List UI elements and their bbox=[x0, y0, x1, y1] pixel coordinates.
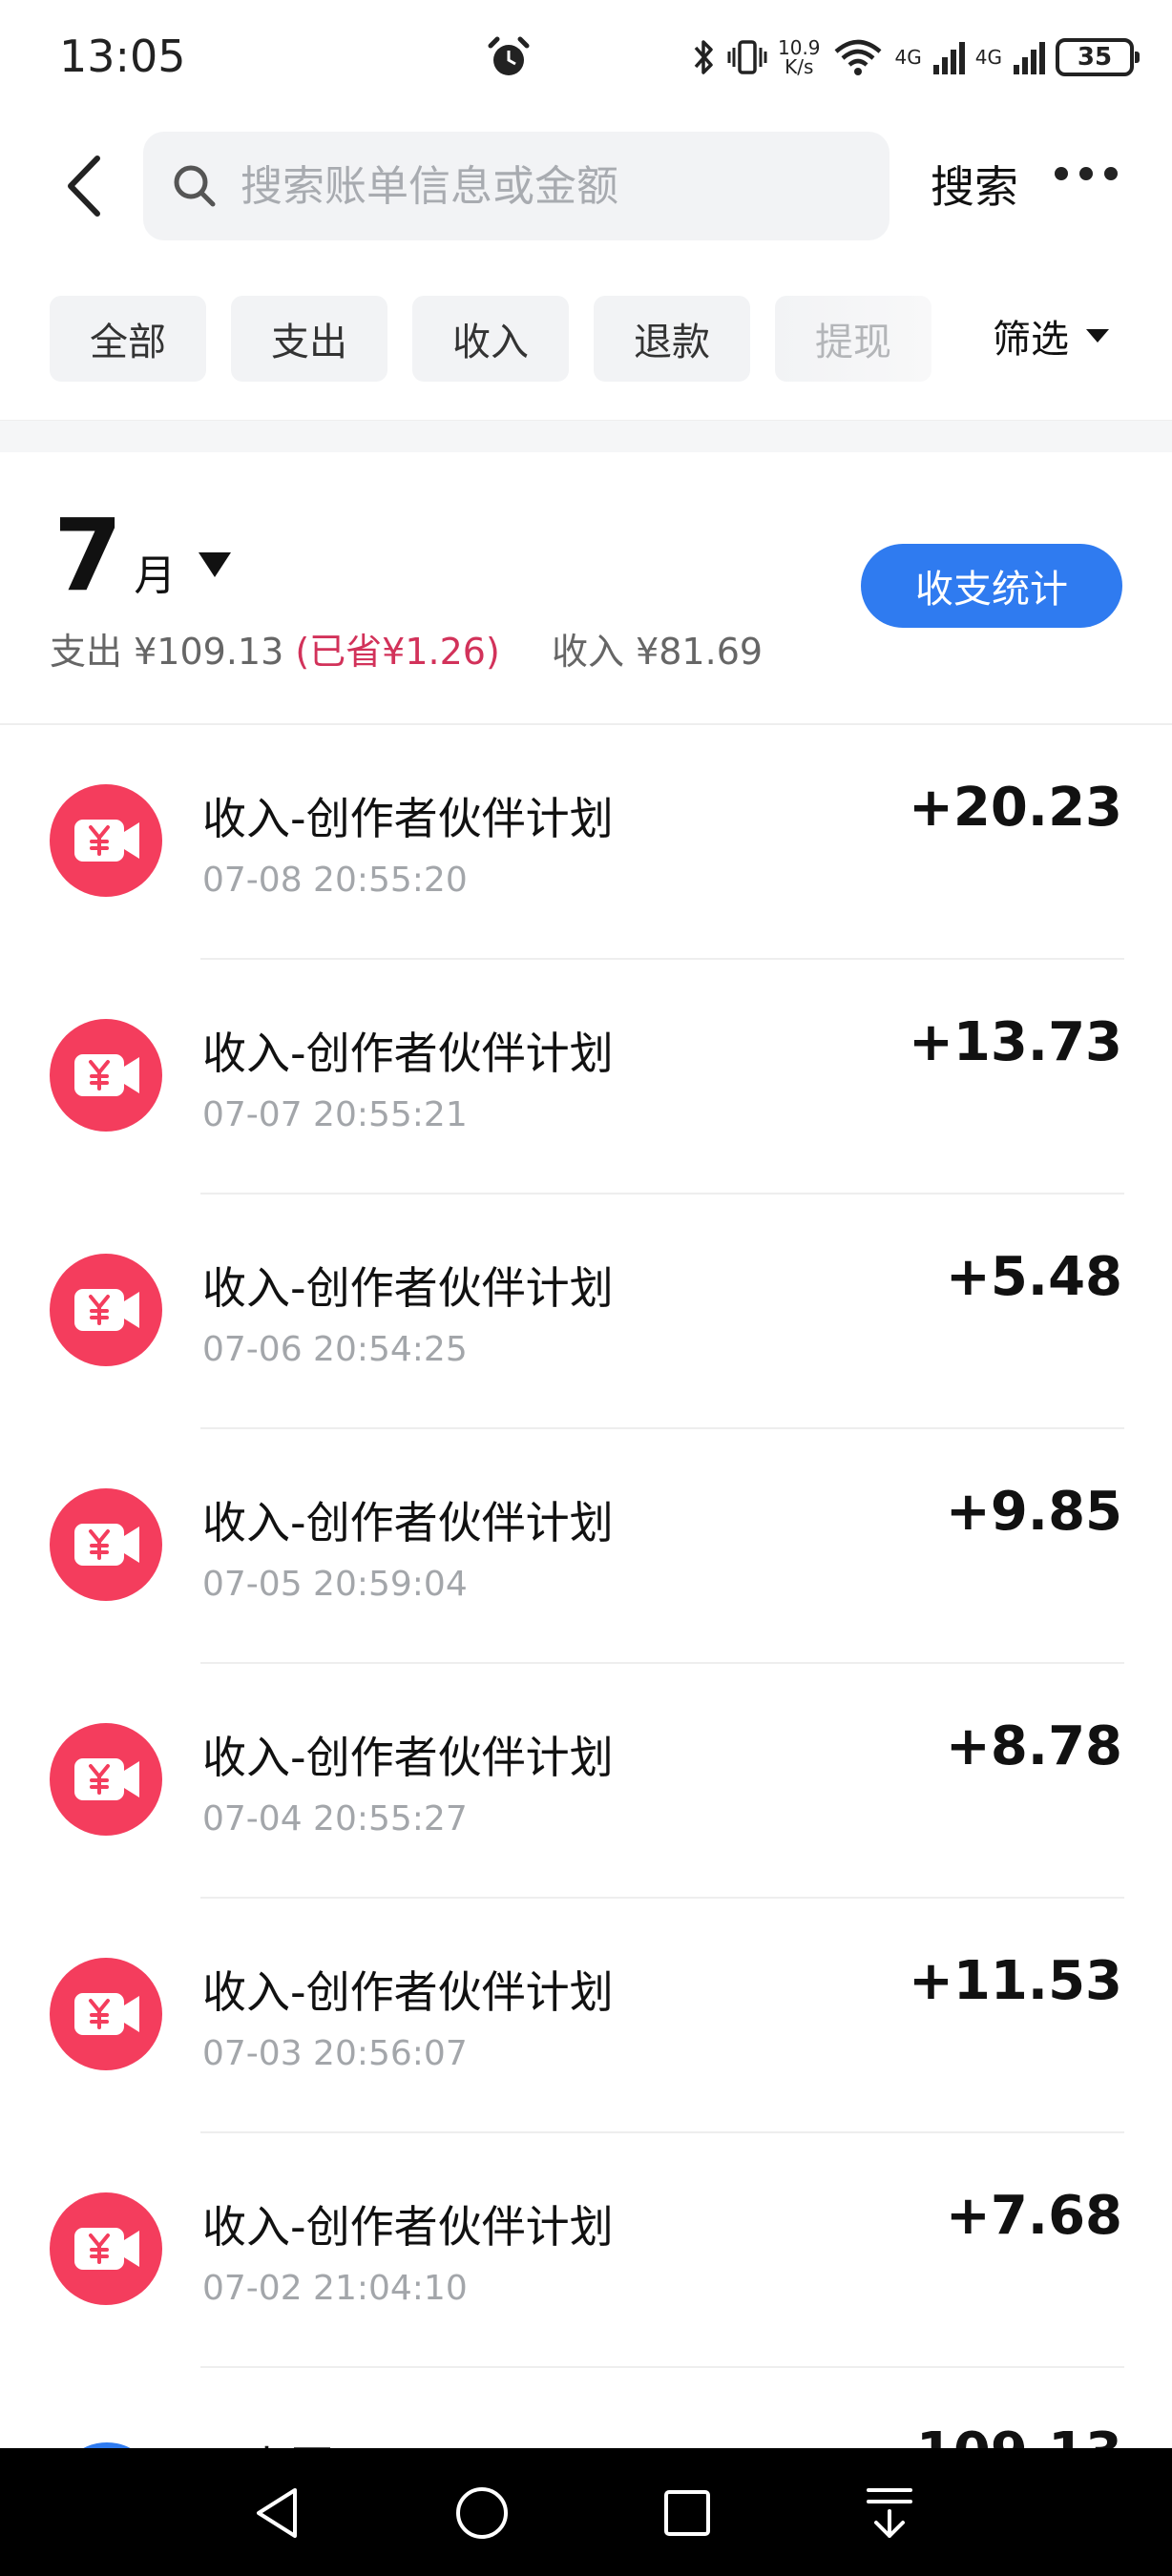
transaction-title: 收入-创作者伙伴计划 bbox=[202, 1966, 614, 2018]
transaction-row[interactable]: 收入-创作者伙伴计划 07-08 20:55:20 +20.23 bbox=[0, 725, 1172, 960]
wifi-icon bbox=[834, 39, 882, 75]
filter-label: 筛选 bbox=[993, 318, 1069, 362]
transaction-amount: +13.73 bbox=[908, 1011, 1122, 1073]
nav-notification-button[interactable] bbox=[851, 2475, 928, 2551]
stats-button[interactable]: 收支统计 bbox=[861, 544, 1122, 628]
saved-amount: (已省¥1.26) bbox=[295, 631, 500, 673]
transaction-title: 收入-创作者伙伴计划 bbox=[202, 793, 614, 844]
transaction-time: 07-02 21:04:10 bbox=[202, 2269, 468, 2308]
transaction-title: 收入-创作者伙伴计划 bbox=[202, 2201, 614, 2253]
income-label: 收入 bbox=[551, 631, 624, 673]
status-time: 13:05 bbox=[59, 31, 186, 82]
search-button[interactable]: 搜索 bbox=[931, 153, 1018, 216]
more-options-button[interactable] bbox=[1055, 167, 1118, 180]
more-dot-icon bbox=[1055, 167, 1068, 180]
expense-value: ¥109.13 bbox=[134, 631, 284, 673]
status-indicators: 10.9 K/s 4G 4G 35 bbox=[692, 29, 1140, 86]
transaction-title: 收入-创作者伙伴计划 bbox=[202, 1497, 614, 1548]
transaction-amount: +7.68 bbox=[945, 2185, 1122, 2247]
bluetooth-icon bbox=[694, 40, 713, 74]
transaction-icon bbox=[50, 1723, 162, 1836]
chip-withdraw[interactable]: 提现 bbox=[775, 296, 931, 382]
nav-pull-down-icon bbox=[867, 2488, 912, 2538]
bill-page: 13:05 10.9 K/s 4G 4G 35 搜索账单信息或金额 搜索 全部 … bbox=[0, 0, 1172, 2576]
transaction-title: 收入-创作者伙伴计划 bbox=[202, 1262, 614, 1314]
transaction-row[interactable]: 收入-创作者伙伴计划 07-05 20:59:04 +9.85 bbox=[0, 1429, 1172, 1664]
transaction-icon bbox=[50, 2192, 162, 2305]
chip-income[interactable]: 收入 bbox=[412, 296, 569, 382]
month-summary: 支出 ¥109.13 (已省¥1.26) 收入 ¥81.69 bbox=[50, 622, 763, 675]
caret-down-icon bbox=[1086, 329, 1109, 343]
transaction-title: 收入-创作者伙伴计划 bbox=[202, 1732, 614, 1783]
transaction-time: 07-03 20:56:07 bbox=[202, 2034, 468, 2073]
signal-type-2: 4G bbox=[974, 46, 1002, 69]
transaction-icon bbox=[50, 1958, 162, 2070]
yuan-video-icon bbox=[74, 1289, 139, 1331]
vibrate-icon bbox=[727, 40, 767, 74]
yuan-video-icon bbox=[74, 2228, 139, 2270]
transaction-amount: +9.85 bbox=[945, 1481, 1122, 1543]
nav-back-button[interactable] bbox=[239, 2475, 315, 2551]
transaction-row[interactable]: 收入-创作者伙伴计划 07-03 20:56:07 +11.53 bbox=[0, 1899, 1172, 2133]
signal-type-1: 4G bbox=[894, 46, 922, 69]
transaction-amount: +8.78 bbox=[945, 1715, 1122, 1777]
section-separator bbox=[0, 420, 1172, 452]
transaction-time: 07-04 20:55:27 bbox=[202, 1799, 468, 1839]
transaction-row[interactable]: 收入-创作者伙伴计划 07-04 20:55:27 +8.78 bbox=[0, 1664, 1172, 1899]
chip-all[interactable]: 全部 bbox=[50, 296, 206, 382]
transaction-amount: +5.48 bbox=[945, 1246, 1122, 1308]
transaction-row[interactable]: 收入-创作者伙伴计划 07-07 20:55:21 +13.73 bbox=[0, 960, 1172, 1195]
status-bar: 13:05 10.9 K/s 4G 4G 35 bbox=[0, 0, 1172, 114]
transaction-icon bbox=[50, 1254, 162, 1366]
filter-chips: 全部 支出 收入 退款 提现 bbox=[50, 296, 931, 382]
month-number: 7 bbox=[53, 497, 123, 613]
search-box[interactable] bbox=[143, 132, 889, 240]
battery-indicator: 35 bbox=[1056, 38, 1140, 76]
income-value: ¥81.69 bbox=[636, 631, 764, 673]
yuan-video-icon bbox=[74, 1758, 139, 1800]
nav-home-button[interactable] bbox=[444, 2475, 520, 2551]
search-input[interactable] bbox=[241, 161, 861, 211]
alarm-icon bbox=[488, 36, 530, 75]
month-selector[interactable]: 7 月 bbox=[53, 497, 232, 613]
yuan-video-icon bbox=[74, 1524, 139, 1566]
transaction-time: 07-07 20:55:21 bbox=[202, 1095, 468, 1134]
nav-recents-button[interactable] bbox=[649, 2475, 725, 2551]
transaction-amount: +20.23 bbox=[908, 777, 1122, 839]
yuan-video-icon bbox=[74, 1054, 139, 1096]
month-unit: 月 bbox=[134, 551, 177, 600]
transaction-time: 07-06 20:54:25 bbox=[202, 1330, 468, 1369]
nav-recents-icon bbox=[664, 2490, 710, 2536]
transaction-icon bbox=[50, 1488, 162, 1601]
transaction-time: 07-08 20:55:20 bbox=[202, 861, 468, 900]
search-icon bbox=[174, 165, 216, 207]
network-speed: 10.9 K/s bbox=[778, 36, 821, 78]
back-button[interactable] bbox=[55, 148, 113, 224]
system-nav-bar bbox=[0, 2448, 1172, 2576]
filter-dropdown[interactable]: 筛选 bbox=[993, 308, 1109, 364]
transaction-list: 收入-创作者伙伴计划 07-08 20:55:20 +20.23 收入-创作者伙伴计划… bbox=[0, 725, 1172, 2545]
chip-refund[interactable]: 退款 bbox=[594, 296, 750, 382]
transaction-time: 07-05 20:59:04 bbox=[202, 1565, 468, 1604]
transaction-title: 收入-创作者伙伴计划 bbox=[202, 1028, 614, 1079]
yuan-video-icon bbox=[74, 820, 139, 862]
yuan-video-icon bbox=[74, 1993, 139, 2035]
transaction-icon bbox=[50, 784, 162, 897]
nav-back-icon bbox=[257, 2488, 297, 2538]
transaction-amount: +11.53 bbox=[908, 1950, 1122, 2012]
signal-icon-2 bbox=[1014, 42, 1045, 74]
transaction-row[interactable]: 收入-创作者伙伴计划 07-06 20:54:25 +5.48 bbox=[0, 1195, 1172, 1429]
expense-label: 支出 bbox=[50, 631, 123, 673]
transaction-icon bbox=[50, 1019, 162, 1132]
more-dot-icon bbox=[1079, 167, 1093, 180]
caret-down-icon bbox=[199, 552, 232, 577]
nav-home-icon bbox=[456, 2487, 508, 2539]
signal-icon bbox=[932, 42, 965, 74]
chip-expense[interactable]: 支出 bbox=[231, 296, 387, 382]
transaction-row[interactable]: 收入-创作者伙伴计划 07-02 21:04:10 +7.68 bbox=[0, 2133, 1172, 2368]
more-dot-icon bbox=[1104, 167, 1118, 180]
back-arrow-icon bbox=[68, 156, 100, 217]
